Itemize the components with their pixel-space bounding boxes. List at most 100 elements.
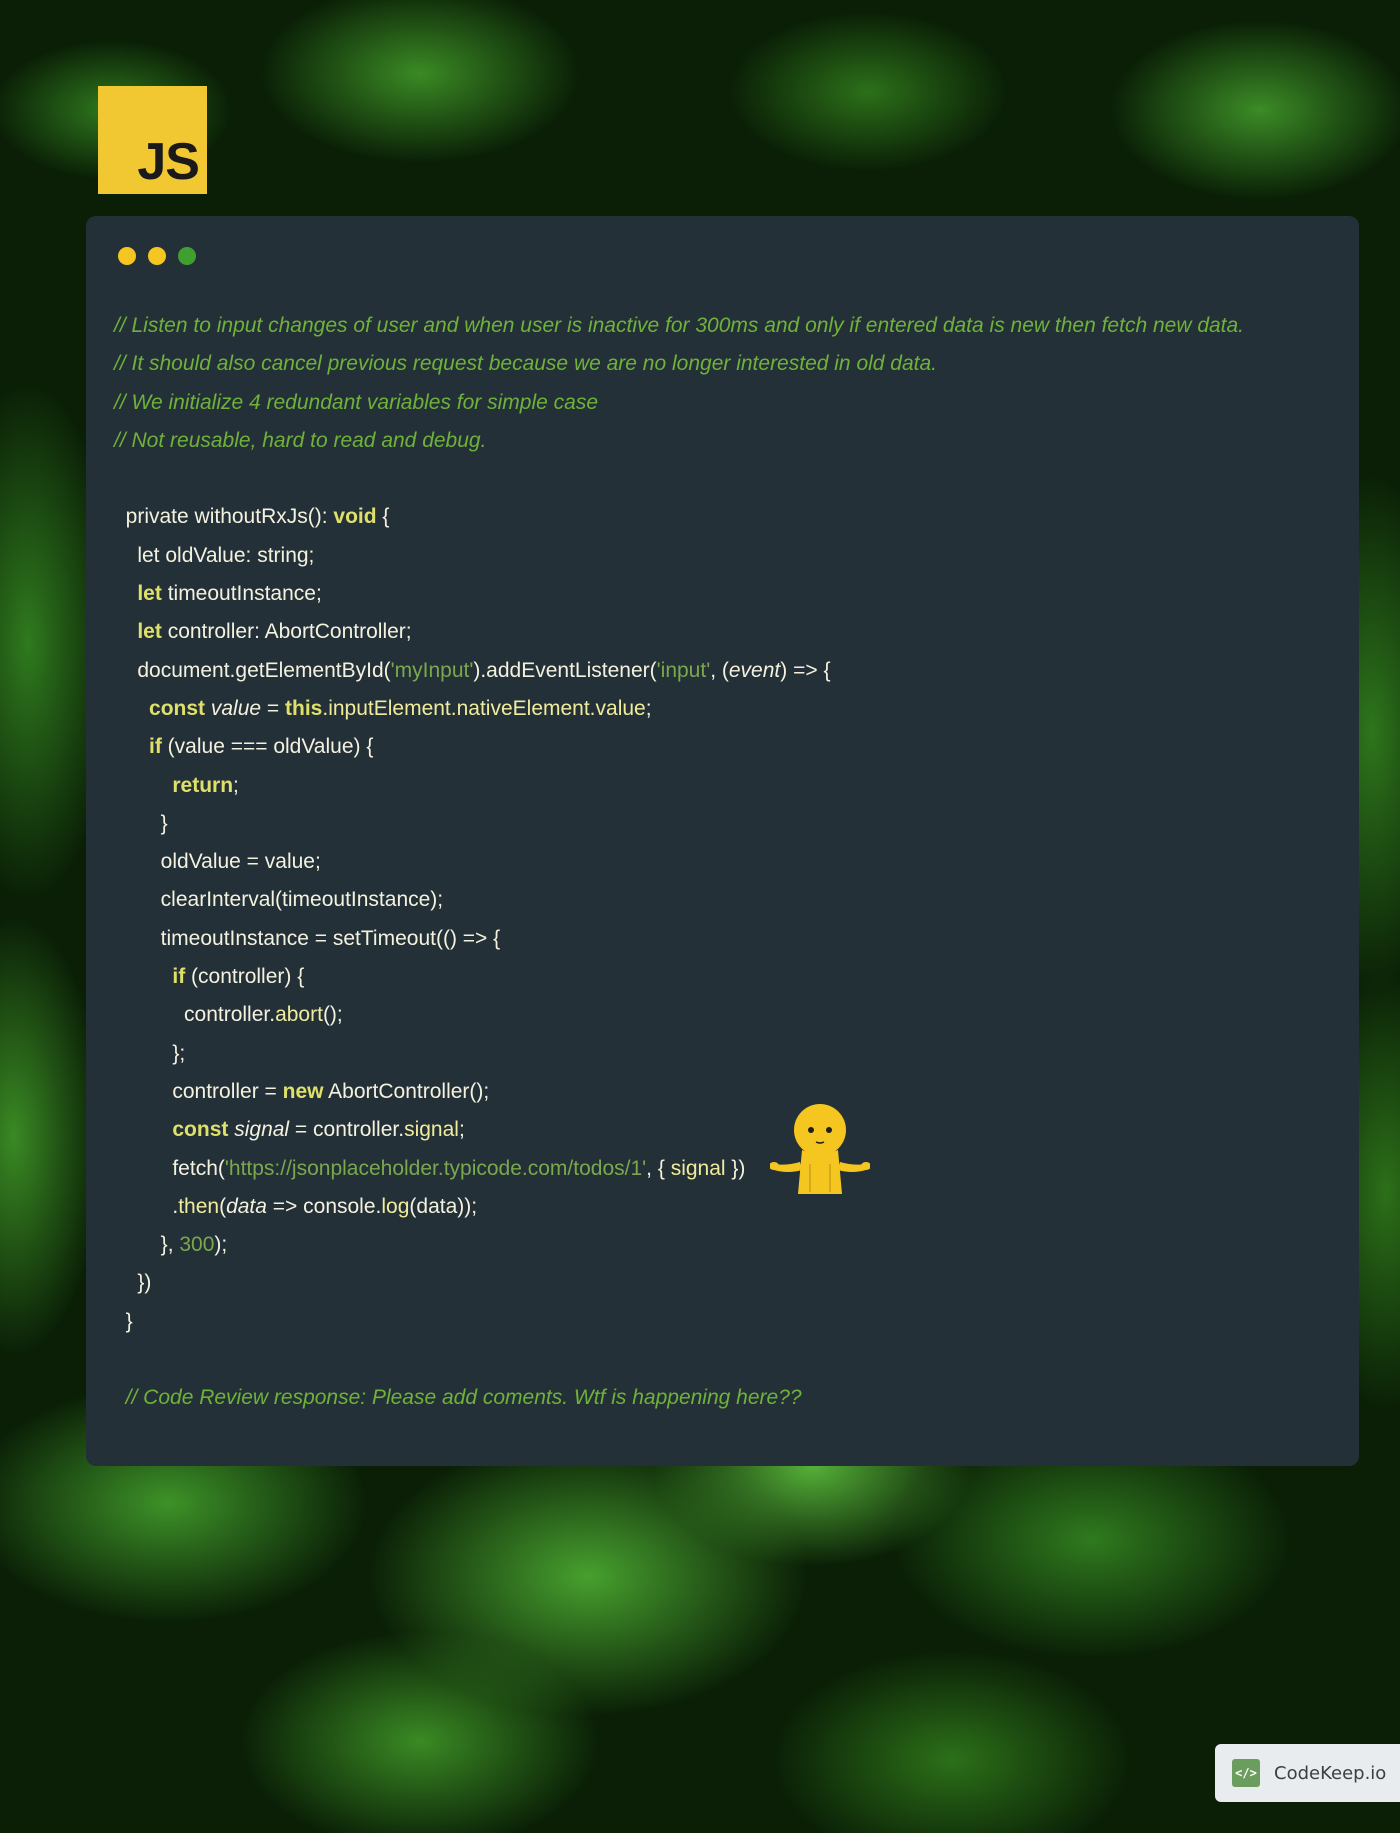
code-token: log (381, 1194, 410, 1218)
code-token: controller: AbortController; (161, 620, 412, 644)
code-token: document.getElementById( (114, 658, 391, 682)
code-line: clearInterval(timeoutInstance); (114, 881, 1339, 919)
code-line: if (controller) { (114, 958, 1339, 996)
code-token: }, (114, 1233, 180, 1257)
code-line: let controller: AbortController; (114, 613, 1339, 651)
code-line: }, 300); (114, 1226, 1339, 1264)
code-line: controller.abort(); (114, 996, 1339, 1034)
code-token: const (149, 696, 206, 720)
code-token: let oldValue: string; (114, 543, 315, 567)
code-line: } (114, 805, 1339, 843)
window-dot-yellow (148, 247, 166, 265)
code-token: 300 (179, 1233, 215, 1257)
code-token: (controller) { (185, 965, 305, 989)
code-token: 'https://jsonplaceholder.typicode.com/to… (224, 1156, 647, 1180)
code-token: ; (458, 1118, 465, 1142)
code-token: if (149, 735, 162, 759)
code-token: new (282, 1079, 324, 1103)
javascript-logo: JS (98, 86, 207, 194)
code-token: if (172, 965, 186, 989)
code-token: { (376, 505, 390, 529)
code-token: signal (234, 1118, 290, 1142)
code-token: }; (114, 1041, 186, 1065)
code-window: // Listen to input changes of user and w… (86, 216, 1359, 1466)
code-line: }) (114, 1264, 1339, 1302)
code-line: // It should also cancel previous reques… (114, 345, 1339, 383)
code-line: oldValue = value; (114, 843, 1339, 881)
code-line: let timeoutInstance; (114, 575, 1339, 613)
code-token: ); (214, 1233, 228, 1257)
code-line: controller = new AbortController(); (114, 1073, 1339, 1111)
code-line: const signal = controller.signal; (114, 1111, 1339, 1149)
code-token: let (137, 620, 162, 644)
code-line: document.getElementById('myInput').addEv… (114, 652, 1339, 690)
code-token: this (285, 696, 323, 720)
code-token: ; (233, 773, 239, 797)
code-line: let oldValue: string; (114, 537, 1339, 575)
code-token: , { (646, 1156, 671, 1180)
code-token: event (728, 658, 781, 682)
code-token: ( (219, 1194, 227, 1218)
code-token: ).addEventListener( (473, 658, 657, 682)
code-token: signal (404, 1118, 459, 1142)
code-token: // Code Review response: Please add come… (114, 1386, 802, 1410)
code-brackets-icon: </> (1232, 1759, 1260, 1787)
code-token: signal (670, 1156, 726, 1180)
code-token: return (172, 773, 234, 797)
code-token: // Not reusable, hard to read and debug. (114, 428, 487, 452)
code-token: controller = (114, 1079, 283, 1103)
code-token: . (114, 1194, 179, 1218)
code-token: }) (725, 1156, 746, 1180)
code-token: (); (322, 1003, 343, 1027)
code-token: oldValue = value; (114, 850, 321, 874)
code-token: clearInterval(timeoutInstance); (114, 888, 444, 912)
code-token: ; (645, 696, 652, 720)
window-dot-yellow (118, 247, 136, 265)
code-line: // Code Review response: Please add come… (114, 1379, 1339, 1417)
code-token: // We initialize 4 redundant variables f… (114, 390, 599, 414)
code-line: return; (114, 767, 1339, 805)
code-token: value (210, 696, 262, 720)
badge-text: CodeKeep.io (1274, 1762, 1387, 1784)
code-line: // We initialize 4 redundant variables f… (114, 384, 1339, 422)
code-line: .then(data => console.log(data)); (114, 1188, 1339, 1226)
code-line: const value = this.inputElement.nativeEl… (114, 690, 1339, 728)
code-token: private withoutRxJs(): (114, 505, 334, 529)
code-token: = controller. (289, 1118, 405, 1142)
code-token: ) => { (780, 658, 831, 682)
code-line: }; (114, 1035, 1339, 1073)
code-block: // Listen to input changes of user and w… (114, 307, 1339, 1418)
code-token: abort (275, 1003, 323, 1027)
codekeep-badge[interactable]: </> CodeKeep.io (1215, 1744, 1400, 1802)
code-token: AbortController(); (323, 1079, 490, 1103)
code-line: timeoutInstance = setTimeout(() => { (114, 920, 1339, 958)
code-token: }) (114, 1271, 152, 1295)
code-token: controller. (114, 1003, 276, 1027)
code-token: .inputElement.nativeElement.value (322, 696, 646, 720)
code-token: timeoutInstance; (161, 582, 322, 606)
code-token: = (261, 696, 286, 720)
code-token: => console. (266, 1194, 382, 1218)
code-token: fetch( (114, 1156, 225, 1180)
window-dots (118, 247, 196, 265)
window-dot-green (178, 247, 196, 265)
code-line: // Not reusable, hard to read and debug. (114, 422, 1339, 460)
code-token: then (178, 1194, 220, 1218)
code-line: // Listen to input changes of user and w… (114, 307, 1339, 345)
code-token: data (226, 1194, 267, 1218)
code-line: } (114, 1303, 1339, 1341)
code-line: private withoutRxJs(): void { (114, 498, 1339, 536)
shrug-emoji-icon (770, 1104, 870, 1194)
code-token: } (114, 1309, 133, 1333)
logo-text: JS (137, 133, 200, 191)
code-token: 'myInput' (390, 658, 474, 682)
code-token: timeoutInstance = setTimeout(() => { (114, 926, 501, 950)
